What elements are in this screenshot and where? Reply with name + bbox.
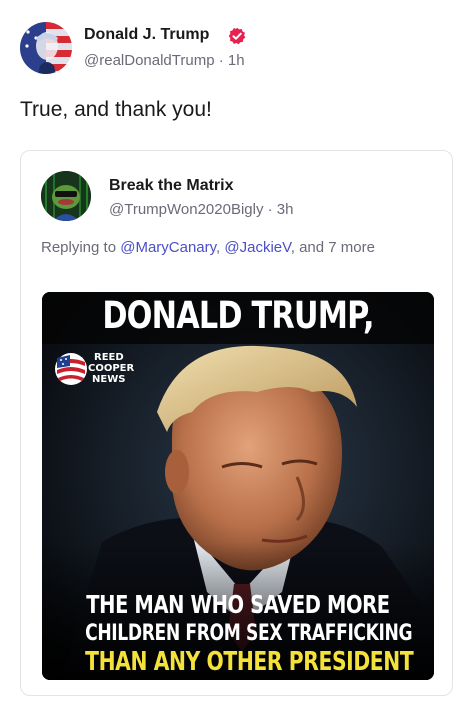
verified-badge-icon	[228, 27, 246, 45]
reed-cooper-news-logo: REED COOPER NEWS	[54, 352, 164, 388]
replying-prefix: Replying to	[41, 239, 121, 256]
logo-line: REED	[94, 352, 124, 363]
replying-suffix: , and 7 more	[290, 239, 375, 256]
author-handle-time: @realDonaldTrump · 1h	[84, 52, 245, 69]
meme-caption-line: CHILDREN FROM SEX TRAFFICKING	[85, 621, 413, 646]
meme-caption-line: THE MAN WHO SAVED MORE	[86, 590, 390, 619]
avatar[interactable]	[20, 22, 72, 74]
meme-top-text: DONALD TRUMP,	[102, 294, 374, 337]
meme-image[interactable]: DONALD TRUMP, REED COOPER NEWS THE MAN W…	[42, 292, 434, 680]
post-text: True, and thank you!	[20, 98, 212, 121]
author-name[interactable]: Donald J. Trump	[84, 26, 209, 44]
replying-to-line: Replying to @MaryCanary, @JackieV, and 7…	[41, 235, 421, 261]
logo-line: COOPER	[88, 363, 135, 374]
meme-caption: THE MAN WHO SAVED MORE CHILDREN FROM SEX…	[42, 590, 434, 678]
quote-avatar[interactable]	[41, 171, 91, 221]
meme-caption-highlight-line: THAN ANY OTHER PRESIDENT	[85, 647, 414, 677]
flag-logo-icon	[55, 353, 87, 385]
logo-line: NEWS	[92, 374, 126, 385]
logo-wordmark: REED COOPER NEWS	[88, 352, 134, 385]
quote-author-name[interactable]: Break the Matrix	[109, 177, 234, 195]
avatar-image	[20, 22, 72, 74]
mention-link[interactable]: @JackieV	[224, 239, 290, 256]
post-header: Donald J. Trump @realDonaldTrump · 1h	[20, 18, 450, 80]
mention-link[interactable]: @MaryCanary	[120, 239, 216, 256]
quote-avatar-image	[41, 171, 91, 221]
quoted-post-card[interactable]: Break the Matrix @TrumpWon2020Bigly · 3h…	[20, 150, 453, 696]
quote-author-handle-time: @TrumpWon2020Bigly · 3h	[109, 201, 294, 218]
